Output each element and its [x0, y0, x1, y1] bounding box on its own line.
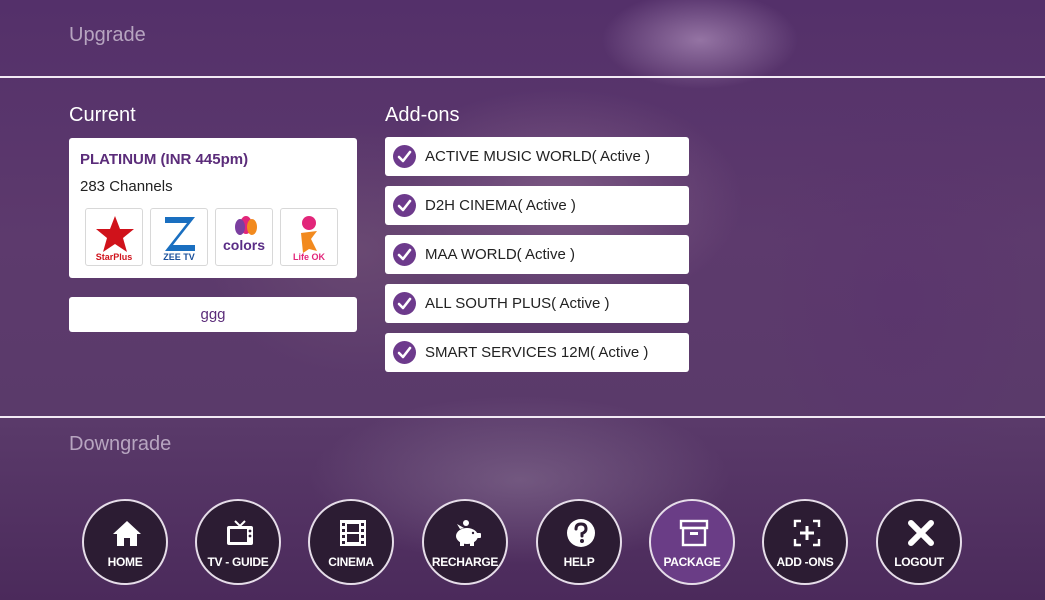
- nav-add-ons-button[interactable]: ADD -ONS: [762, 499, 848, 585]
- add-ons-icon: [793, 519, 821, 547]
- nav-label: PACKAGE: [663, 555, 721, 569]
- addon-item[interactable]: ACTIVE MUSIC WORLD( Active ): [385, 137, 689, 176]
- package-icon: [679, 519, 709, 547]
- film-icon: [340, 520, 366, 546]
- nav-label: RECHARGE: [431, 555, 499, 569]
- addon-label: ACTIVE MUSIC WORLD( Active ): [425, 148, 651, 165]
- nav-package-button[interactable]: PACKAGE: [649, 499, 735, 585]
- check-icon: [393, 194, 416, 217]
- life-ok-logo: Life OK: [280, 208, 338, 266]
- divider: [0, 76, 1045, 78]
- addon-item[interactable]: MAA WORLD( Active ): [385, 235, 689, 274]
- check-icon: [393, 292, 416, 315]
- nav-help-button[interactable]: HELP: [536, 499, 622, 585]
- nav-cinema-button[interactable]: CINEMA: [308, 499, 394, 585]
- addon-label: ALL SOUTH PLUS( Active ): [425, 295, 610, 312]
- question-icon: [567, 519, 595, 547]
- channel-count: 283 Channels: [80, 178, 173, 195]
- check-icon: [393, 341, 416, 364]
- nav-logout-button[interactable]: LOGOUT: [876, 499, 962, 585]
- nav-label: CINEMA: [328, 555, 374, 569]
- zee-tv-logo: ZEE TV: [150, 208, 208, 266]
- home-icon: [113, 521, 141, 546]
- nav-label: HELP: [563, 555, 595, 569]
- addon-item[interactable]: ALL SOUTH PLUS( Active ): [385, 284, 689, 323]
- check-icon: [393, 145, 416, 168]
- nav-recharge-button[interactable]: RECHARGE: [422, 499, 508, 585]
- addon-label: D2H CINEMA( Active ): [425, 197, 576, 214]
- addon-label: SMART SERVICES 12M( Active ): [425, 344, 649, 361]
- downgrade-section-header[interactable]: Downgrade: [69, 433, 171, 456]
- nav-label: TV - GUIDE: [207, 555, 269, 569]
- addon-label: MAA WORLD( Active ): [425, 246, 576, 263]
- nav-tv-guide-button[interactable]: TV - GUIDE: [195, 499, 281, 585]
- divider: [0, 416, 1045, 418]
- plan-name: PLATINUM (INR 445pm): [80, 151, 249, 168]
- colors-logo: colors: [215, 208, 273, 266]
- addon-item[interactable]: SMART SERVICES 12M( Active ): [385, 333, 689, 372]
- nav-label: LOGOUT: [894, 555, 944, 569]
- starplus-logo: StarPlus: [85, 208, 143, 266]
- piggy-bank-icon: [456, 520, 481, 546]
- current-plan-card: PLATINUM (INR 445pm) 283 Channels StarPl…: [69, 138, 357, 278]
- nav-home-button[interactable]: HOME: [82, 499, 168, 585]
- check-icon: [393, 243, 416, 266]
- tv-icon: [227, 520, 253, 545]
- close-icon: [908, 520, 934, 546]
- nav-label: HOME: [107, 555, 143, 569]
- current-plan-button[interactable]: ggg: [69, 297, 357, 332]
- addon-item[interactable]: D2H CINEMA( Active ): [385, 186, 689, 225]
- addons-title: Add-ons: [385, 104, 460, 126]
- channel-logos: StarPlus ZEE TV colors Life OK: [85, 208, 338, 266]
- upgrade-section-header[interactable]: Upgrade: [69, 24, 146, 47]
- nav-label: ADD -ONS: [776, 555, 834, 569]
- current-title: Current: [69, 104, 136, 126]
